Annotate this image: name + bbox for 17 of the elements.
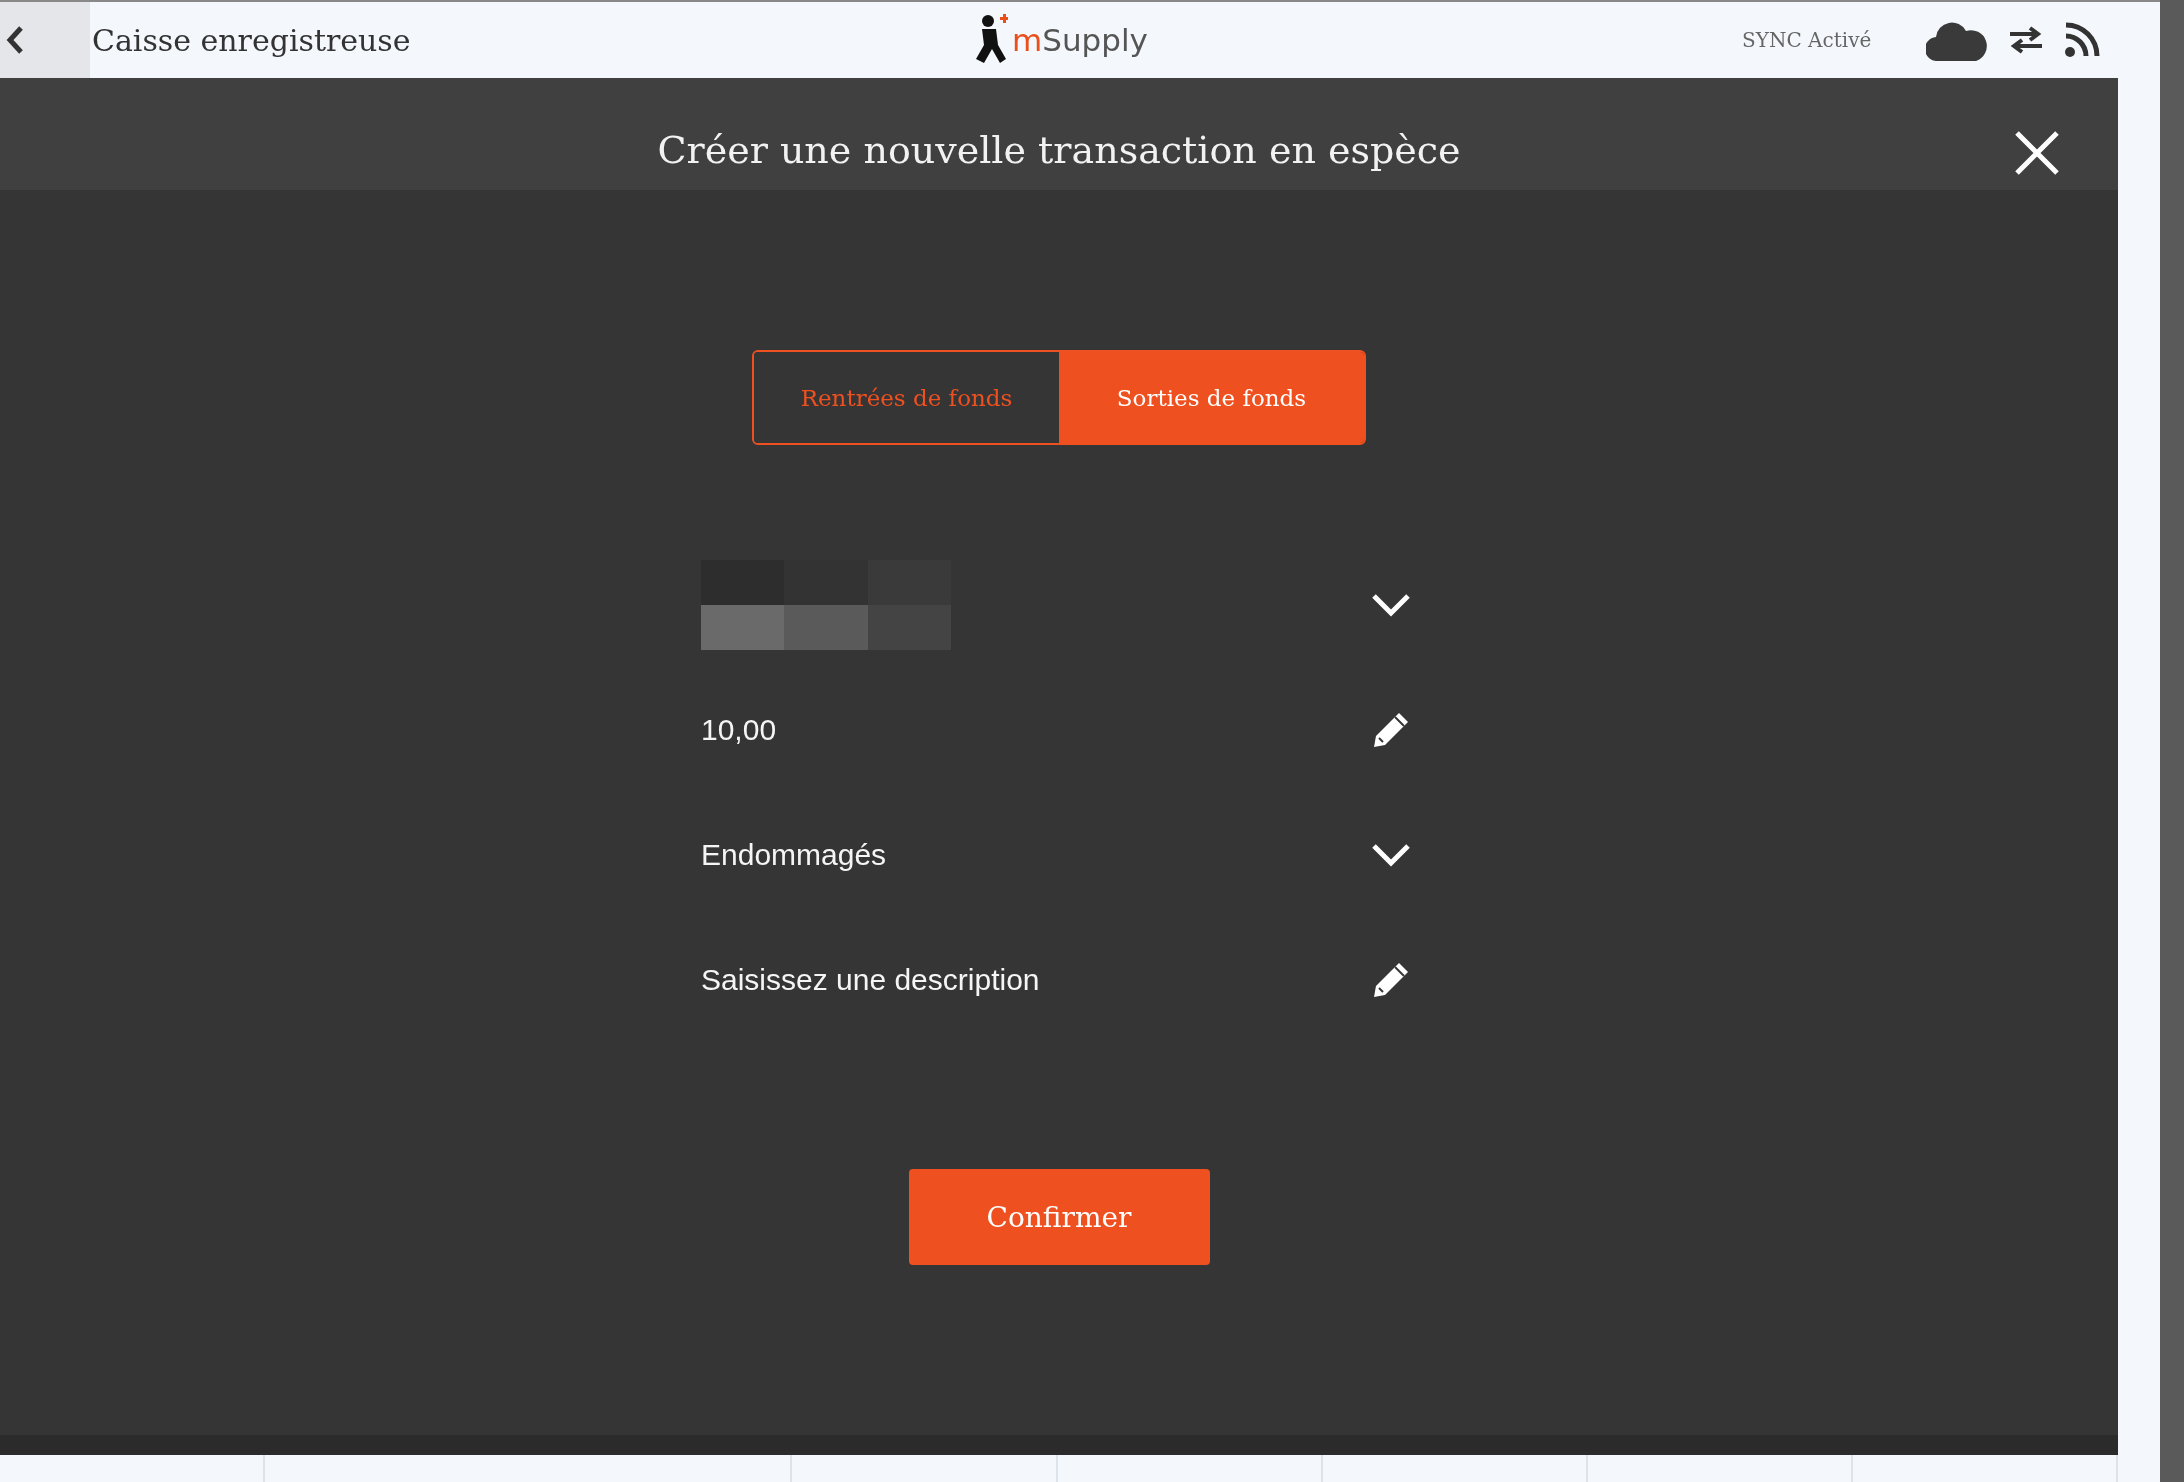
page-title: Caisse enregistreuse xyxy=(92,22,412,58)
swap-arrows-icon[interactable] xyxy=(2008,26,2044,54)
back-button[interactable] xyxy=(0,2,90,78)
segment-tab[interactable]: Sorties de fonds xyxy=(1059,352,1364,443)
dropdown[interactable]: Endommagés xyxy=(701,810,1351,900)
confirm-button[interactable]: Confirmer xyxy=(908,1169,1210,1265)
input-field[interactable]: 10,00 xyxy=(701,700,1351,760)
pencil-icon[interactable] xyxy=(1371,960,1411,1000)
modal-title: Créer une nouvelle transaction en espèce xyxy=(657,128,1461,172)
rss-feed-icon[interactable] xyxy=(2064,22,2100,58)
chevron-down-icon[interactable] xyxy=(1371,843,1411,867)
input-field[interactable]: Saisissez une description xyxy=(701,950,1351,1010)
sync-status: SYNC Activé xyxy=(1742,28,1873,52)
pencil-icon[interactable] xyxy=(1371,710,1411,750)
chevron-left-icon[interactable] xyxy=(6,25,24,55)
chevron-down-icon[interactable] xyxy=(1371,593,1411,617)
logo-text: mSupply xyxy=(1012,22,1148,58)
